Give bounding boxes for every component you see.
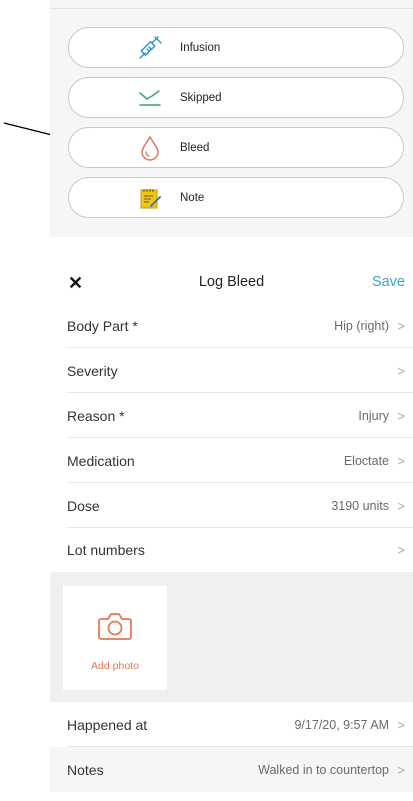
- chevron-right-icon: >: [397, 717, 405, 732]
- severity-row[interactable]: Severity >: [50, 348, 413, 393]
- happened-at-label: Happened at: [67, 716, 148, 733]
- infusion-button[interactable]: Infusion: [68, 27, 404, 68]
- note-button[interactable]: Note: [68, 177, 404, 218]
- chevron-right-icon: >: [397, 408, 405, 423]
- chevron-right-icon: >: [397, 762, 405, 777]
- skipped-chart-icon: [137, 85, 163, 111]
- lot-numbers-label: Lot numbers: [67, 541, 145, 558]
- severity-label: Severity: [67, 362, 118, 379]
- chevron-right-icon: >: [397, 363, 405, 378]
- bleed-button[interactable]: Bleed: [68, 127, 404, 168]
- reason-row[interactable]: Reason * Injury >: [50, 393, 413, 438]
- save-button[interactable]: Save: [372, 274, 405, 290]
- nav-bar: ✕ Log Bleed Save: [50, 263, 413, 303]
- note-label: Note: [180, 191, 205, 204]
- page-title: Log Bleed: [198, 274, 265, 290]
- bleed-label: Bleed: [180, 141, 210, 154]
- dose-row[interactable]: Dose 3190 units >: [50, 483, 413, 528]
- dose-label: Dose: [67, 497, 100, 514]
- chevron-right-icon: >: [397, 453, 405, 468]
- notes-row[interactable]: Notes Walked in to countertop >: [50, 747, 413, 792]
- chevron-right-icon: >: [397, 318, 405, 333]
- add-photo-label: Add photo: [91, 660, 139, 672]
- skipped-label: Skipped: [180, 91, 222, 104]
- body-part-label: Body Part *: [67, 317, 138, 334]
- photo-section: Add photo: [50, 572, 413, 702]
- blood-drop-icon: [137, 135, 163, 161]
- add-photo-button[interactable]: Add photo: [63, 586, 167, 690]
- happened-at-row[interactable]: Happened at 9/17/20, 9:57 AM >: [50, 702, 413, 747]
- notes-value: Walked in to countertop: [258, 762, 389, 777]
- dose-value: 3190 units: [331, 498, 389, 513]
- medication-label: Medication: [67, 452, 135, 469]
- entry-type-panel: Infusion Skipped Bleed Note: [50, 0, 413, 237]
- body-part-row[interactable]: Body Part * Hip (right) >: [50, 303, 413, 348]
- camera-icon: [97, 610, 133, 647]
- panel-divider: [50, 8, 413, 9]
- chevron-right-icon: >: [397, 498, 405, 513]
- notepad-icon: [137, 185, 163, 211]
- skipped-button[interactable]: Skipped: [68, 77, 404, 118]
- infusion-label: Infusion: [180, 41, 221, 54]
- log-bleed-form: ✕ Log Bleed Save Body Part * Hip (right)…: [50, 263, 413, 801]
- medication-value: Eloctate: [343, 453, 389, 468]
- reason-value: Injury: [358, 408, 389, 423]
- happened-at-value: 9/17/20, 9:57 AM: [294, 717, 389, 732]
- syringe-icon: [137, 35, 163, 61]
- notes-label: Notes: [67, 761, 104, 778]
- lot-numbers-row[interactable]: Lot numbers >: [50, 527, 413, 572]
- medication-row[interactable]: Medication Eloctate >: [50, 438, 413, 483]
- body-part-value: Hip (right): [334, 318, 389, 333]
- reason-label: Reason *: [67, 407, 125, 424]
- chevron-right-icon: >: [397, 542, 405, 557]
